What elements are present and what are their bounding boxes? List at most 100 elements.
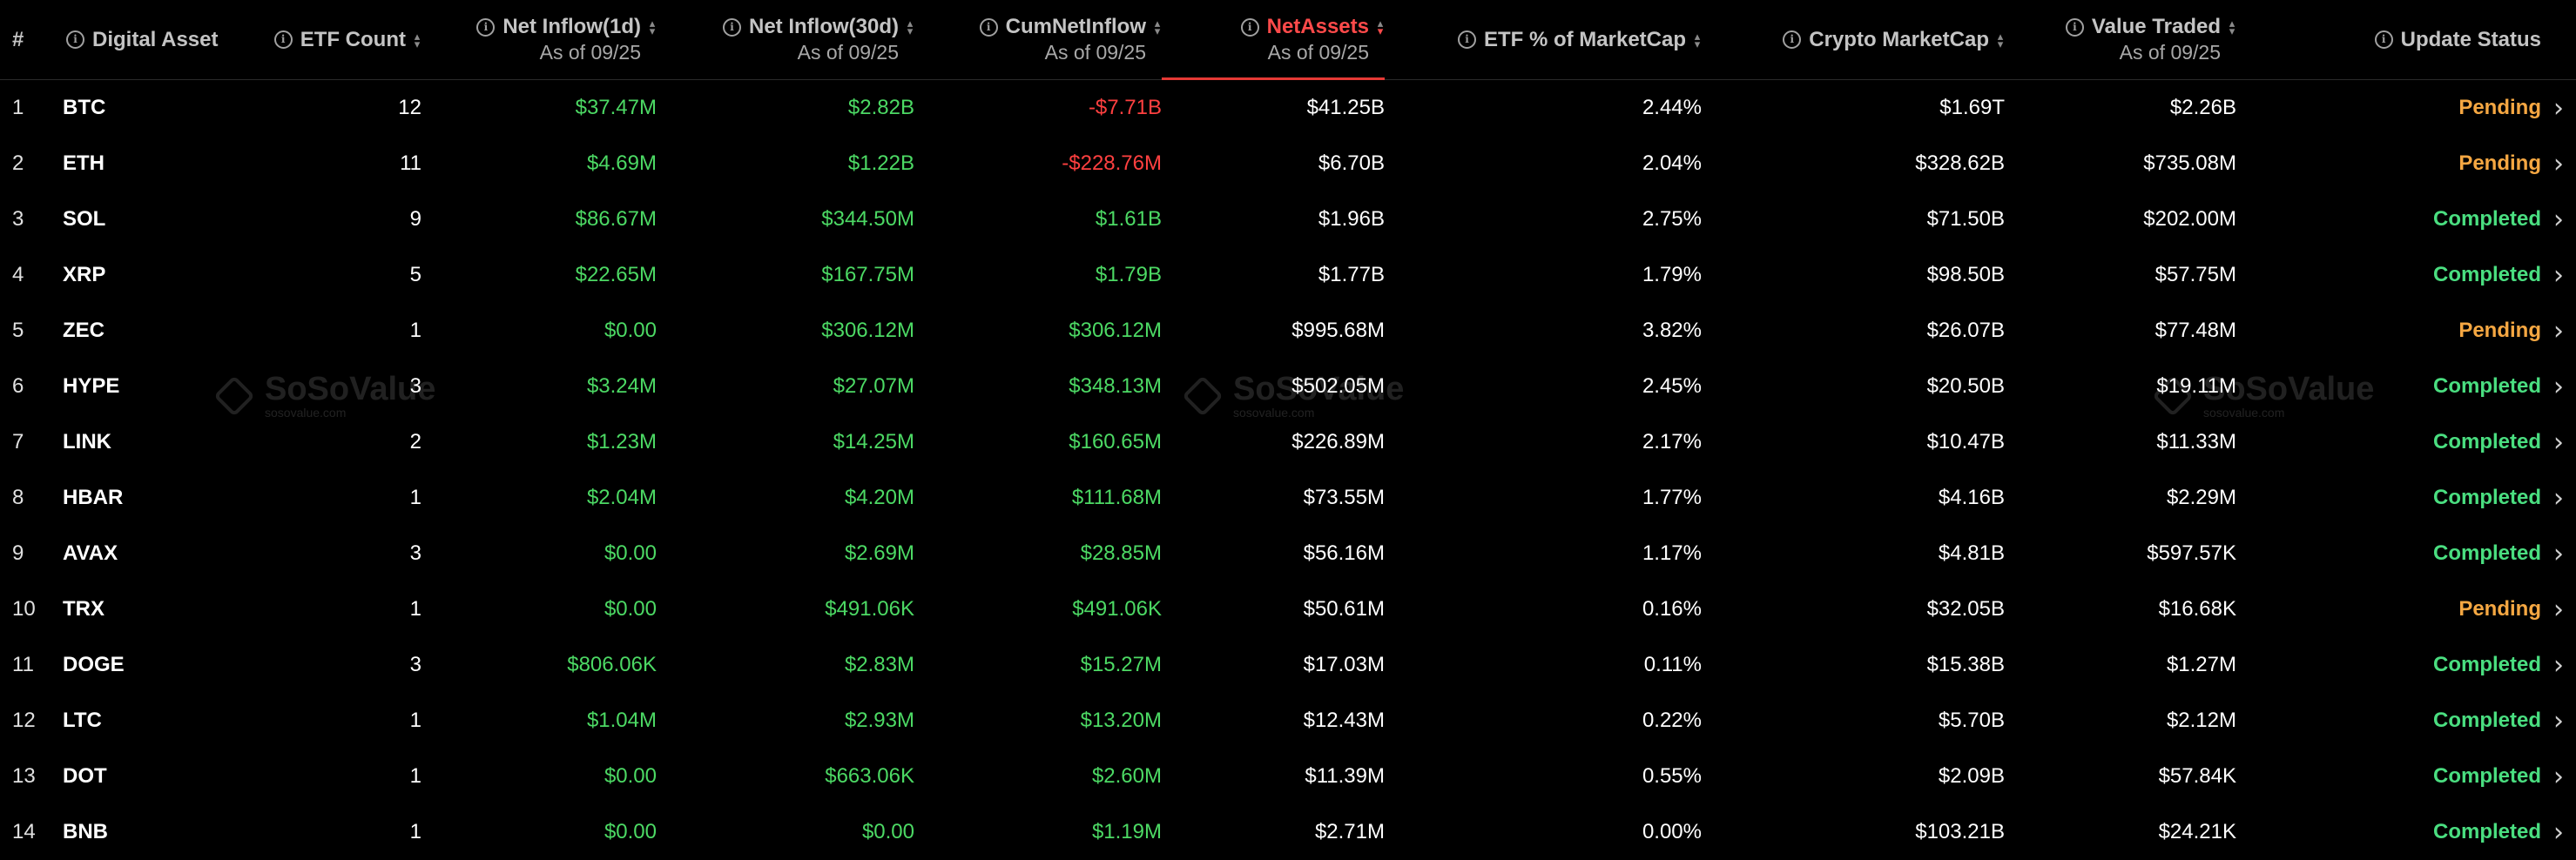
inflow-30d-cell: $4.20M — [844, 486, 914, 509]
cum-inflow-cell: $2.60M — [1091, 764, 1162, 788]
inflow-30d-cell: $2.93M — [844, 709, 914, 732]
column-header-crypto-mcap[interactable]: i Crypto MarketCap ▴ ▾ — [1702, 0, 2005, 80]
asset-symbol[interactable]: SOL — [44, 191, 253, 247]
etf-count-cell: 12 — [398, 96, 421, 119]
chevron-right-icon[interactable]: › — [2541, 581, 2576, 637]
net-assets-cell: $2.71M — [1314, 820, 1385, 843]
info-icon[interactable]: i — [723, 17, 741, 37]
chevron-right-icon[interactable]: › — [2541, 191, 2576, 247]
column-header-value-traded[interactable]: i Value Traded ▴ ▾ As of 09/25 — [2005, 0, 2236, 80]
info-icon[interactable]: i — [2065, 17, 2084, 37]
asset-symbol[interactable]: BNB — [44, 804, 253, 860]
chevron-right-icon[interactable]: › — [2541, 526, 2576, 581]
asset-symbol[interactable]: DOGE — [44, 637, 253, 693]
asset-symbol[interactable]: HBAR — [44, 470, 253, 526]
inflow-30d-cell: $1.22B — [847, 151, 914, 175]
crypto-mcap-cell: $5.70B — [1938, 709, 2005, 732]
etf-count-header-label: ETF Count — [300, 27, 406, 51]
asset-symbol[interactable]: LINK — [44, 414, 253, 470]
asset-symbol[interactable]: BTC — [44, 80, 253, 136]
sort-icon[interactable]: ▴ ▾ — [2228, 17, 2236, 37]
chevron-right-icon[interactable]: › — [2541, 470, 2576, 526]
rank-cell: 5 — [12, 319, 24, 342]
asset-symbol[interactable]: HYPE — [44, 359, 253, 414]
info-icon[interactable]: i — [2374, 30, 2393, 49]
chevron-right-icon[interactable]: › — [2541, 804, 2576, 860]
column-header-net-assets[interactable]: i NetAssets ▴ ▾ As of 09/25 — [1162, 0, 1385, 80]
sort-icon[interactable]: ▴ ▾ — [1693, 30, 1702, 50]
cum-inflow-cell: $491.06K — [1072, 597, 1162, 621]
status-badge: Pending — [2458, 319, 2541, 342]
info-icon[interactable]: i — [66, 30, 84, 49]
chevron-right-icon[interactable]: › — [2541, 359, 2576, 414]
column-header-update-status[interactable]: i Update Status — [2236, 0, 2541, 80]
net-assets-cell: $50.61M — [1303, 597, 1385, 621]
sort-icon[interactable]: ▴ ▾ — [906, 17, 914, 37]
info-icon[interactable]: i — [1783, 30, 1802, 49]
asset-symbol[interactable]: TRX — [44, 581, 253, 637]
chevron-right-icon[interactable]: › — [2541, 637, 2576, 693]
column-header-asset[interactable]: i Digital Asset — [44, 0, 253, 80]
chevron-right-icon[interactable]: › — [2541, 303, 2576, 359]
rank-cell: 1 — [12, 96, 24, 119]
info-icon[interactable]: i — [1457, 30, 1476, 49]
column-header-inflow-1d[interactable]: i Net Inflow(1d) ▴ ▾ As of 09/25 — [421, 0, 657, 80]
cum-inflow-cell: $1.79B — [1095, 263, 1162, 286]
as-of-label: As of 09/25 — [1044, 41, 1146, 64]
cum-inflow-cell: -$7.71B — [1088, 96, 1162, 119]
sort-icon[interactable]: ▴ ▾ — [413, 30, 421, 50]
net-assets-cell: $6.70B — [1318, 151, 1385, 175]
net-assets-cell: $41.25B — [1306, 96, 1385, 119]
column-header-etf-pct[interactable]: i ETF % of MarketCap ▴ ▾ — [1385, 0, 1702, 80]
value-traded-cell: $2.12M — [2166, 709, 2236, 732]
status-badge: Completed — [2432, 430, 2541, 454]
etf-count-cell: 9 — [409, 207, 421, 231]
info-icon[interactable]: i — [1240, 17, 1259, 37]
chevron-right-icon[interactable]: › — [2541, 414, 2576, 470]
info-icon[interactable]: i — [979, 17, 998, 37]
etf-pct-cell: 2.45% — [1642, 374, 1702, 398]
cum-inflow-cell: $111.68M — [1071, 486, 1162, 509]
chevron-right-icon[interactable]: › — [2541, 749, 2576, 804]
asset-symbol[interactable]: XRP — [44, 247, 253, 303]
chevron-right-icon[interactable]: › — [2541, 693, 2576, 749]
sort-icon[interactable]: ▴ ▾ — [648, 17, 657, 37]
asset-header-label: Digital Asset — [92, 27, 219, 51]
inflow-1d-cell: $4.69M — [586, 151, 657, 175]
status-badge: Pending — [2458, 96, 2541, 119]
crypto-mcap-cell: $2.09B — [1938, 764, 2005, 788]
crypto-mcap-header-label: Crypto MarketCap — [1809, 27, 1989, 51]
sort-icon[interactable]: ▴ ▾ — [1996, 30, 2005, 50]
etf-pct-cell: 0.11% — [1643, 653, 1702, 676]
sort-desc-icon[interactable]: ▴ ▾ — [1376, 17, 1385, 37]
asset-symbol[interactable]: ETH — [44, 136, 253, 191]
value-traded-cell: $597.57K — [2147, 541, 2236, 565]
inflow-30d-cell: $167.75M — [821, 263, 914, 286]
chevron-right-icon[interactable]: › — [2541, 247, 2576, 303]
column-header-inflow-30d[interactable]: i Net Inflow(30d) ▴ ▾ As of 09/25 — [657, 0, 914, 80]
inflow-1d-cell: $0.00 — [604, 541, 657, 565]
rank-cell: 13 — [12, 764, 36, 788]
info-icon[interactable]: i — [273, 30, 293, 49]
chevron-right-icon[interactable]: › — [2541, 80, 2576, 136]
asset-symbol[interactable]: ZEC — [44, 303, 253, 359]
column-header-cum-inflow[interactable]: i CumNetInflow ▴ ▾ As of 09/25 — [914, 0, 1162, 80]
asset-symbol[interactable]: DOT — [44, 749, 253, 804]
status-badge: Completed — [2432, 207, 2541, 231]
rank-cell: 2 — [12, 151, 24, 175]
asset-symbol[interactable]: AVAX — [44, 526, 253, 581]
rank-cell: 6 — [12, 374, 24, 398]
info-icon[interactable]: i — [476, 17, 496, 37]
as-of-label: As of 09/25 — [797, 41, 899, 64]
status-badge: Completed — [2432, 709, 2541, 732]
value-traded-cell: $16.68K — [2158, 597, 2236, 621]
asset-symbol[interactable]: LTC — [44, 693, 253, 749]
sort-icon[interactable]: ▴ ▾ — [1153, 17, 1162, 37]
chevron-right-icon[interactable]: › — [2541, 136, 2576, 191]
rank-cell: 4 — [12, 263, 24, 286]
column-header-etf-count[interactable]: i ETF Count ▴ ▾ — [253, 0, 421, 80]
inflow-1d-cell: $2.04M — [586, 486, 657, 509]
etf-pct-cell: 2.17% — [1642, 430, 1702, 454]
etf-count-cell: 1 — [409, 820, 421, 843]
status-badge: Completed — [2432, 653, 2541, 676]
